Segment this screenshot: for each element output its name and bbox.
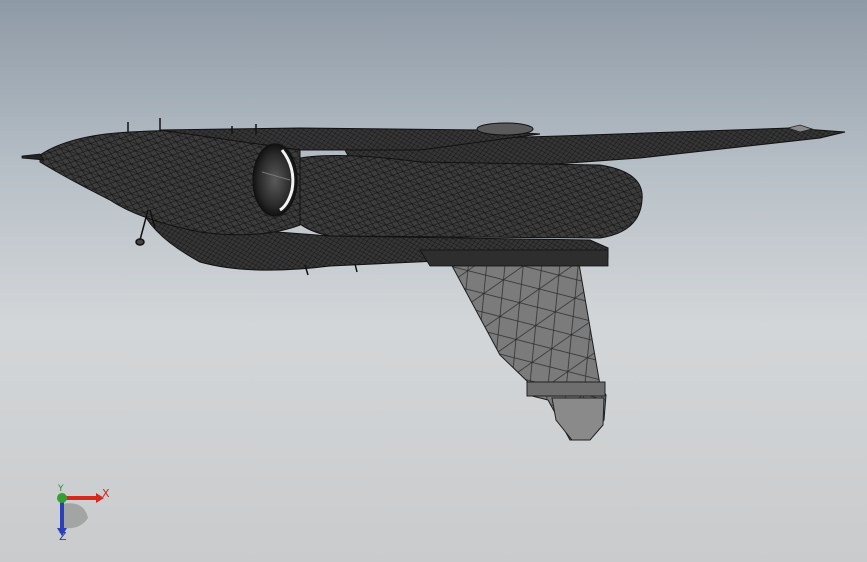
graphics-viewport[interactable]: X Y Z [0, 0, 867, 562]
triad-shadow [62, 503, 88, 529]
x-axis-label: X [102, 487, 110, 500]
z-axis-label: Z [59, 530, 67, 543]
engine-intake [252, 143, 298, 217]
engine-nacelle [284, 154, 643, 239]
orientation-triad: X Y Z [40, 478, 130, 548]
triad-graphic [57, 493, 104, 536]
aircraft-model[interactable] [0, 0, 867, 562]
y-axis-label: Y [58, 484, 64, 494]
lower-wing [449, 257, 607, 441]
